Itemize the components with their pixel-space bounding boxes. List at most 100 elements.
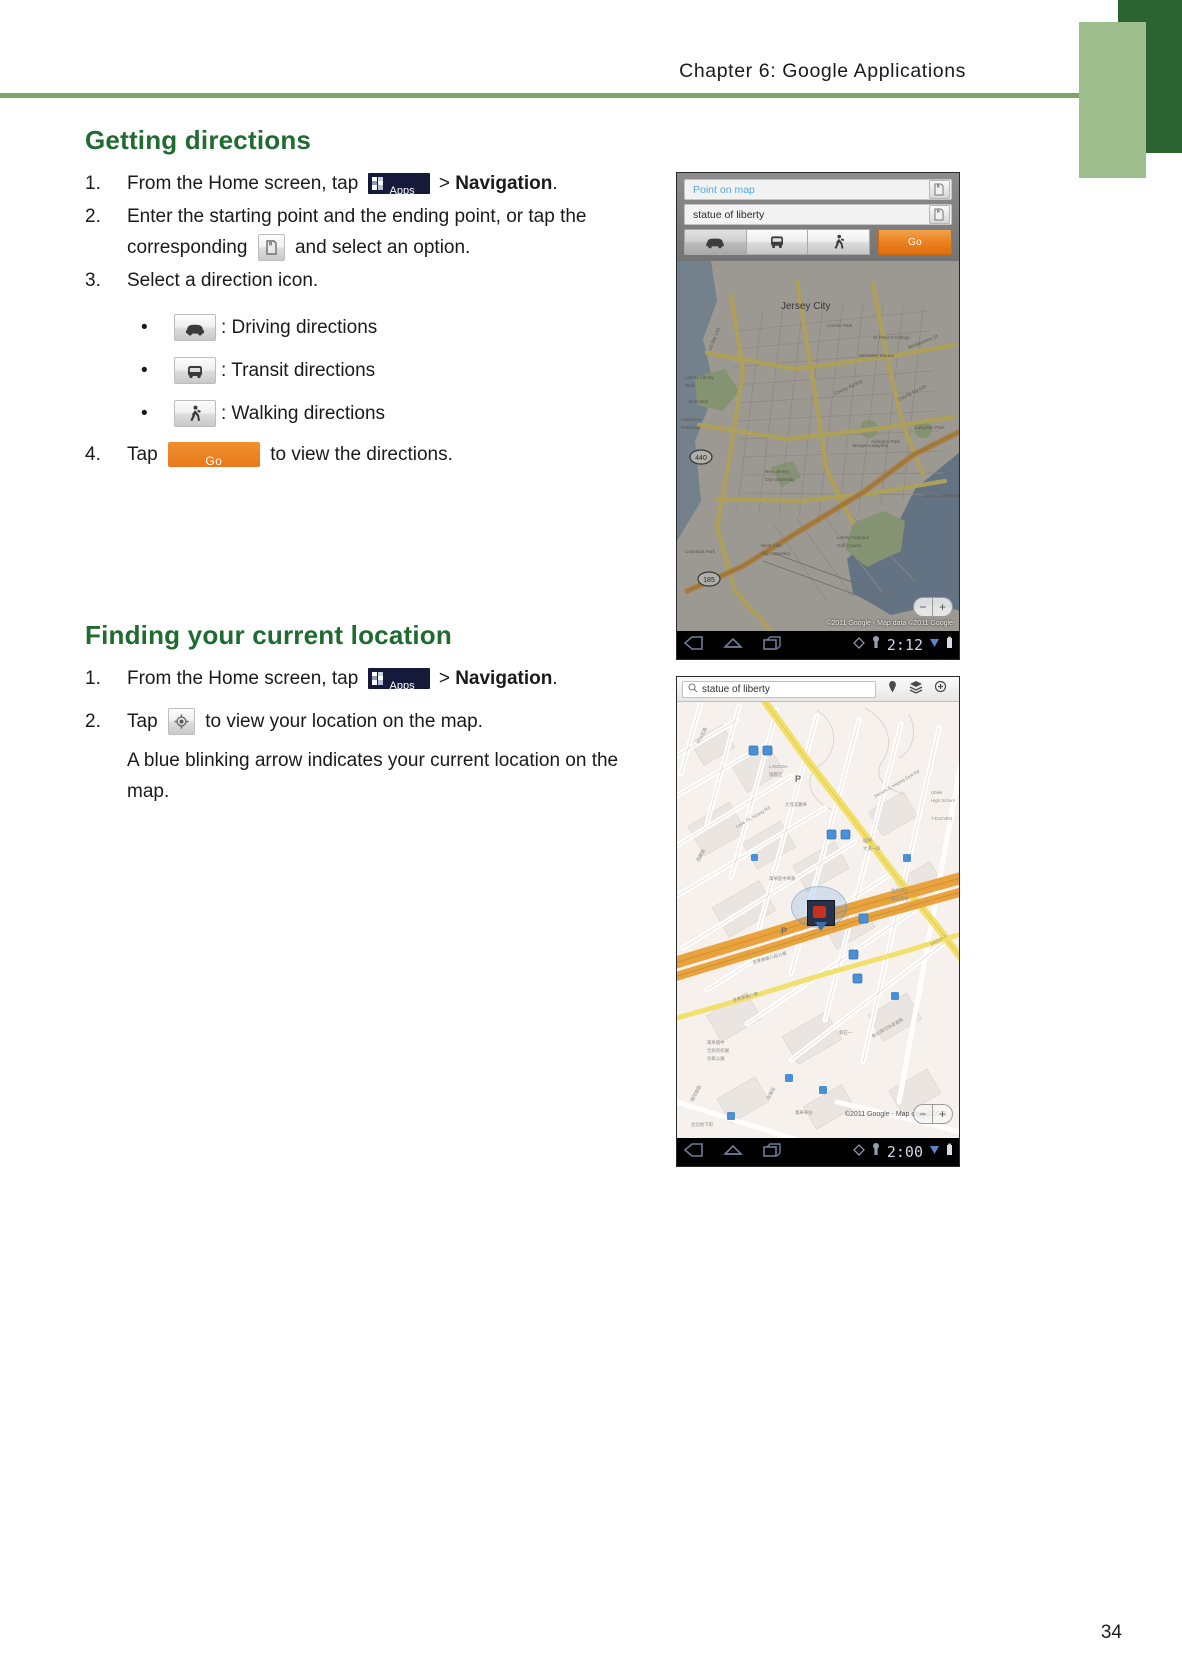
current-location-map-canvas[interactable]: P P 中山北路 LAMODA 旗艦店 大直美麗華 Lane 76, Xizan…: [677, 702, 959, 1138]
directions-input-panel: Point on map statue of liberty Go: [677, 173, 959, 261]
step-text: Tap: [127, 711, 163, 732]
start-point-value: Point on map: [693, 183, 755, 196]
zoom-in-button[interactable]: +: [933, 1104, 953, 1124]
marker-dot: [813, 906, 826, 918]
step-item: 2. Enter the starting point and the endin…: [85, 201, 655, 263]
walking-mode-button[interactable]: [808, 229, 871, 255]
svg-text:Liberty State Park: Liberty State Park: [923, 493, 959, 498]
back-icon[interactable]: [683, 635, 705, 656]
svg-text:185: 185: [703, 577, 715, 584]
legend-label: : Walking directions: [221, 403, 386, 424]
travel-mode-selector: Go: [684, 229, 953, 255]
my-location-icon[interactable]: [934, 680, 947, 698]
step-number: 2.: [85, 206, 101, 227]
svg-text:台北地下街: 台北地下街: [691, 1121, 714, 1128]
navigation-map-art: 440 185 Jersey City Lincoln Park St Pete…: [677, 261, 959, 631]
walk-icon[interactable]: [174, 400, 216, 428]
svg-text:Arlington Park: Arlington Park: [871, 439, 901, 444]
end-bookmark-icon[interactable]: [929, 205, 950, 224]
finding-location-steps: 1. From the Home screen, tap Apps > Navig…: [85, 663, 655, 737]
bullet-dot: •: [141, 360, 148, 381]
svg-text:P: P: [781, 926, 787, 936]
zoom-out-button[interactable]: −: [913, 1104, 933, 1124]
search-input[interactable]: statue of liberty: [682, 680, 876, 698]
go-button[interactable]: Go: [878, 229, 953, 255]
back-icon[interactable]: [683, 1142, 705, 1163]
svg-text:Lafayette Park: Lafayette Park: [915, 425, 945, 430]
header-divider-rule: [0, 93, 1079, 98]
apps-icon-label: Apps: [389, 680, 415, 690]
home-icon[interactable]: [722, 1142, 744, 1163]
svg-text:East Mall: East Mall: [689, 399, 708, 404]
location-note: A blue blinking arrow indicates your cur…: [127, 750, 619, 802]
apps-icon[interactable]: Apps: [367, 668, 430, 690]
navigation-map-canvas[interactable]: 440 185 Jersey City Lincoln Park St Pete…: [677, 261, 959, 631]
home-icon[interactable]: [722, 635, 744, 656]
end-point-value: statue of liberty: [693, 208, 765, 221]
map-zoom-controls[interactable]: − +: [913, 597, 953, 617]
transit-mode-button[interactable]: [746, 229, 809, 255]
svg-text:萬華車站: 萬華車站: [795, 1109, 813, 1116]
step-text-post: .: [552, 173, 558, 194]
signal-icon: [929, 1143, 940, 1161]
android-system-bar: 2:12: [677, 631, 959, 659]
step-number: 4.: [85, 444, 101, 465]
maps-search-toolbar: statue of liberty: [677, 677, 959, 702]
step-number: 1.: [85, 668, 101, 689]
driving-mode-button[interactable]: [684, 229, 747, 255]
step-text-post: to view the directions.: [264, 444, 453, 465]
direction-icon-legend: •: Driving directions •: Transit directi…: [85, 306, 655, 435]
battery-icon: [946, 1143, 953, 1161]
car-icon[interactable]: [174, 314, 216, 342]
start-bookmark-icon[interactable]: [929, 180, 950, 199]
step-item: 3. Select a direction icon.: [85, 265, 655, 296]
step-text: Select a direction icon.: [127, 270, 319, 291]
start-point-field[interactable]: Point on map: [684, 179, 952, 200]
status-clock: 2:12: [886, 636, 923, 654]
section-heading-finding-location: Finding your current location: [85, 620, 452, 650]
layers-icon[interactable]: [909, 680, 923, 699]
svg-text:台北市立: 台北市立: [891, 887, 909, 894]
bullet-dot: •: [141, 403, 148, 424]
end-point-field[interactable]: statue of liberty: [684, 204, 952, 225]
step-number: 1.: [85, 173, 101, 194]
svg-text:West Side: West Side: [761, 543, 782, 548]
getting-directions-steps: 1. From the Home screen, tap Apps > Navig…: [85, 168, 655, 296]
page-header-title: Chapter 6: Google Applications: [679, 60, 966, 82]
svg-text:大道一段: 大道一段: [863, 845, 881, 852]
map-attribution: ©2011 Google - Map data ©2011 Google: [826, 620, 953, 627]
step-item: 2. Tap to view your location on the map.: [85, 706, 655, 737]
gps-icon: [853, 1143, 865, 1161]
gps-icon: [853, 636, 865, 654]
step-number: 3.: [85, 270, 101, 291]
step-item: 1. From the Home screen, tap Apps > Navig…: [85, 168, 655, 199]
svg-text:萬華區中華路: 萬華區中華路: [769, 875, 796, 882]
search-value: statue of liberty: [702, 683, 770, 695]
svg-text:St Peter's College: St Peter's College: [873, 335, 910, 340]
place-pin-icon[interactable]: [887, 680, 898, 699]
decorative-block-light-green: [1079, 22, 1146, 178]
bus-icon[interactable]: [174, 357, 216, 385]
status-icons: 2:12: [853, 636, 953, 654]
go-button-icon[interactable]: Go: [167, 442, 260, 468]
svg-text:Lincoln Park: Lincoln Park: [827, 323, 853, 328]
step-text: From the Home screen, tap: [127, 668, 364, 689]
my-location-icon[interactable]: [167, 708, 195, 736]
map-zoom-controls[interactable]: − +: [913, 1104, 953, 1124]
bookmark-icon[interactable]: [257, 234, 285, 262]
bullet-dot: •: [141, 317, 148, 338]
zoom-in-button[interactable]: +: [933, 597, 953, 617]
zoom-out-button[interactable]: −: [913, 597, 933, 617]
step-text-mid: >: [433, 668, 456, 689]
recent-apps-icon[interactable]: [761, 635, 783, 656]
android-system-bar: 2:00: [677, 1138, 959, 1166]
svg-text:大直美麗華: 大直美麗華: [785, 801, 808, 808]
step-item: 1. From the Home screen, tap Apps > Navig…: [85, 663, 655, 694]
svg-text:全民的校園: 全民的校園: [707, 1047, 730, 1054]
svg-text:Columbia Park: Columbia Park: [685, 549, 716, 554]
svg-text:Ubike: Ubike: [931, 790, 943, 795]
recent-apps-icon[interactable]: [761, 1142, 783, 1163]
usb-icon: [871, 1143, 881, 1161]
section-heading-getting-directions: Getting directions: [85, 125, 312, 155]
apps-icon[interactable]: Apps: [367, 173, 430, 195]
